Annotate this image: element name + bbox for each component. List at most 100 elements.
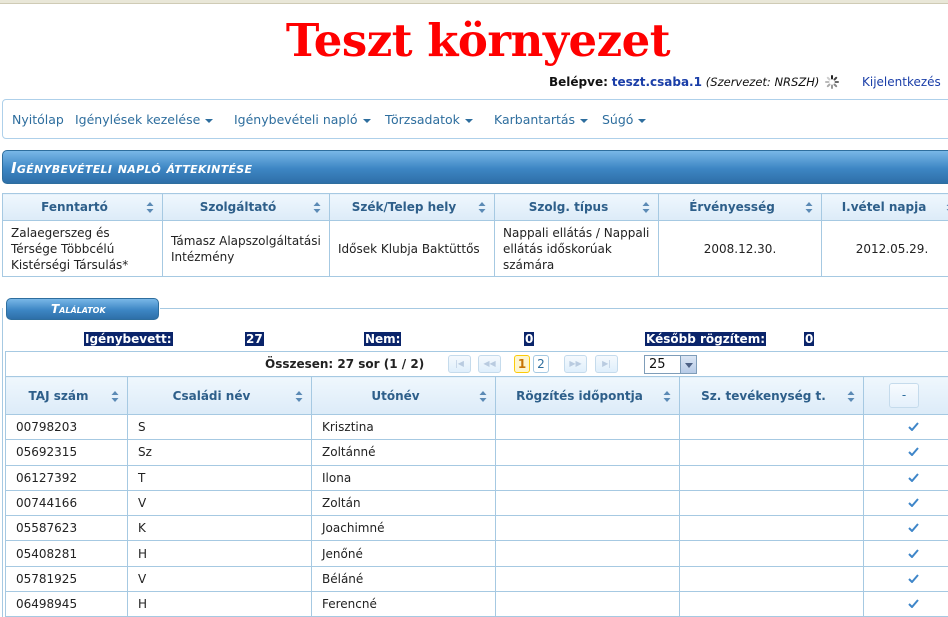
section-title: Igénybevételi napló áttekintése	[11, 159, 253, 177]
cell-given-name: Zoltán	[311, 489, 496, 517]
sort-icon	[313, 202, 321, 213]
summary-col-maintainer[interactable]: Fenntartó	[2, 193, 163, 221]
menu-item-home[interactable]: Nyitólap	[12, 112, 64, 127]
main-menu: Nyitólap Igénylések kezelése Igénybevéte…	[2, 99, 948, 139]
cell-used-check[interactable]	[863, 565, 948, 593]
cell-taj-number: 00744166	[5, 489, 128, 517]
cell-given-name: Jenőné	[311, 540, 496, 567]
table-row[interactable]: 05587623 K Joachimné	[5, 515, 948, 542]
menu-item-master-data[interactable]: Törzsadatok	[385, 112, 473, 127]
caret-down-icon	[362, 118, 371, 123]
menu-item-usage-log[interactable]: Igénybevételi napló	[234, 112, 371, 127]
summary-col-provider[interactable]: Szolgáltató	[162, 193, 330, 221]
prev-page-button[interactable]: ◀◀	[478, 355, 501, 373]
cell-taj-number: 05692315	[5, 439, 128, 466]
cell-taj-number: 05408281	[5, 540, 128, 567]
summary-row: Zalaegerszeg és Térsége Többcélú Kistérs…	[2, 220, 948, 277]
cell-record-time	[495, 489, 680, 517]
caret-down-icon	[580, 118, 589, 123]
loading-spinner-icon	[825, 75, 840, 89]
login-user[interactable]: teszt.csaba.1	[612, 75, 702, 89]
summary-col-site[interactable]: Szék/Telep hely	[329, 193, 495, 221]
caret-down-icon	[464, 118, 473, 123]
last-page-button[interactable]: ▶|	[595, 355, 618, 373]
sort-icon	[805, 202, 813, 213]
browser-top-edge	[0, 0, 948, 4]
pager: Összesen: 27 sor (1 / 2) |◀ ◀◀ 1 2 ▶▶ ▶|…	[5, 351, 948, 376]
checkmark-icon	[908, 473, 919, 482]
results-header-row: TAJ szám Családi név Utónév Rögzítés idő…	[5, 376, 948, 415]
cell-record-time	[495, 464, 680, 491]
cell-given-name: Joachimné	[311, 515, 496, 542]
menu-item-label: Súgó	[602, 112, 634, 127]
summary-col-usage-date[interactable]: I.vétel napja	[821, 193, 948, 221]
table-row[interactable]: 05408281 H Jenőné	[5, 540, 948, 567]
toggle-all-button[interactable]: -	[889, 383, 919, 408]
table-row[interactable]: 05781925 V Béláné	[5, 565, 948, 593]
summary-col-service-type[interactable]: Szolg. típus	[494, 193, 659, 221]
col-family-name[interactable]: Családi név	[127, 376, 312, 415]
col-given-name[interactable]: Utónév	[311, 376, 496, 415]
summary-header-row: Fenntartó Szolgáltató Szék/Telep hely Sz…	[2, 193, 948, 221]
col-activity[interactable]: Sz. tevékenység t.	[679, 376, 864, 415]
cell-record-time	[495, 540, 680, 567]
cell-used-check[interactable]	[863, 464, 948, 491]
col-taj-number[interactable]: TAJ szám	[5, 376, 128, 415]
cell-given-name: Ilona	[311, 464, 496, 491]
cell-used-check[interactable]	[863, 515, 948, 542]
cell-used-check[interactable]	[863, 540, 948, 567]
first-page-button[interactable]: |◀	[448, 355, 471, 373]
page-2-button[interactable]: 2	[533, 355, 549, 373]
summary-cell-usage-date: 2012.05.29.	[821, 220, 948, 277]
sort-icon	[478, 202, 486, 213]
caret-down-icon	[205, 118, 214, 123]
cell-taj-number: 00798203	[5, 413, 128, 441]
cell-record-time	[495, 591, 680, 617]
checkmark-icon	[908, 599, 919, 609]
cell-family-name: Sz	[127, 439, 312, 466]
menu-item-help[interactable]: Súgó	[602, 112, 647, 127]
summary-col-validity[interactable]: Érvényesség	[658, 193, 822, 221]
cell-used-check[interactable]	[863, 439, 948, 466]
menu-item-label: Törzsadatok	[385, 112, 460, 127]
cell-activity	[679, 515, 864, 542]
cell-activity	[679, 464, 864, 491]
col-record-time[interactable]: Rögzítés időpontja	[495, 376, 680, 415]
stat-later-label: Később rögzítem:	[645, 332, 766, 346]
results-tab: Találatok	[6, 298, 159, 320]
table-row[interactable]: 00744166 V Zoltán	[5, 489, 948, 517]
page-size-value: 25	[649, 357, 666, 372]
stat-used-label: Igénybevett:	[84, 332, 173, 346]
cell-family-name: V	[127, 565, 312, 593]
cell-family-name: S	[127, 413, 312, 441]
chevron-down-icon[interactable]	[680, 356, 696, 373]
summary-cell-maintainer: Zalaegerszeg és Térsége Többcélú Kistérs…	[2, 220, 163, 277]
checkmark-icon	[908, 523, 919, 533]
stat-not-label: Nem:	[364, 332, 402, 346]
table-row[interactable]: 06498945 H Ferencné	[5, 591, 948, 617]
cell-given-name: Béláné	[311, 565, 496, 593]
menu-item-requests[interactable]: Igénylések kezelése	[75, 112, 214, 127]
menu-item-label: Nyitólap	[12, 112, 64, 127]
next-page-button[interactable]: ▶▶	[564, 355, 587, 373]
cell-used-check[interactable]	[863, 413, 948, 441]
cell-record-time	[495, 515, 680, 542]
checkmark-icon	[908, 574, 919, 583]
cell-activity	[679, 413, 864, 441]
col-select: -	[863, 376, 948, 415]
page-size-select[interactable]: 25	[644, 355, 697, 374]
cell-used-check[interactable]	[863, 591, 948, 617]
table-row[interactable]: 05692315 Sz Zoltánné	[5, 439, 948, 466]
table-row[interactable]: 00798203 S Krisztina	[5, 413, 948, 441]
cell-record-time	[495, 413, 680, 441]
menu-item-maintenance[interactable]: Karbantartás	[494, 112, 589, 127]
logout-link[interactable]: Kijelentkezés	[862, 75, 941, 89]
menu-item-label: Karbantartás	[494, 112, 576, 127]
page-1-button[interactable]: 1	[514, 355, 530, 373]
cell-family-name: H	[127, 591, 312, 617]
menu-item-label: Igénybevételi napló	[234, 112, 358, 127]
table-row[interactable]: 06127392 T Ilona	[5, 464, 948, 491]
sort-icon	[295, 391, 303, 402]
cell-used-check[interactable]	[863, 489, 948, 517]
sort-icon	[847, 391, 855, 402]
